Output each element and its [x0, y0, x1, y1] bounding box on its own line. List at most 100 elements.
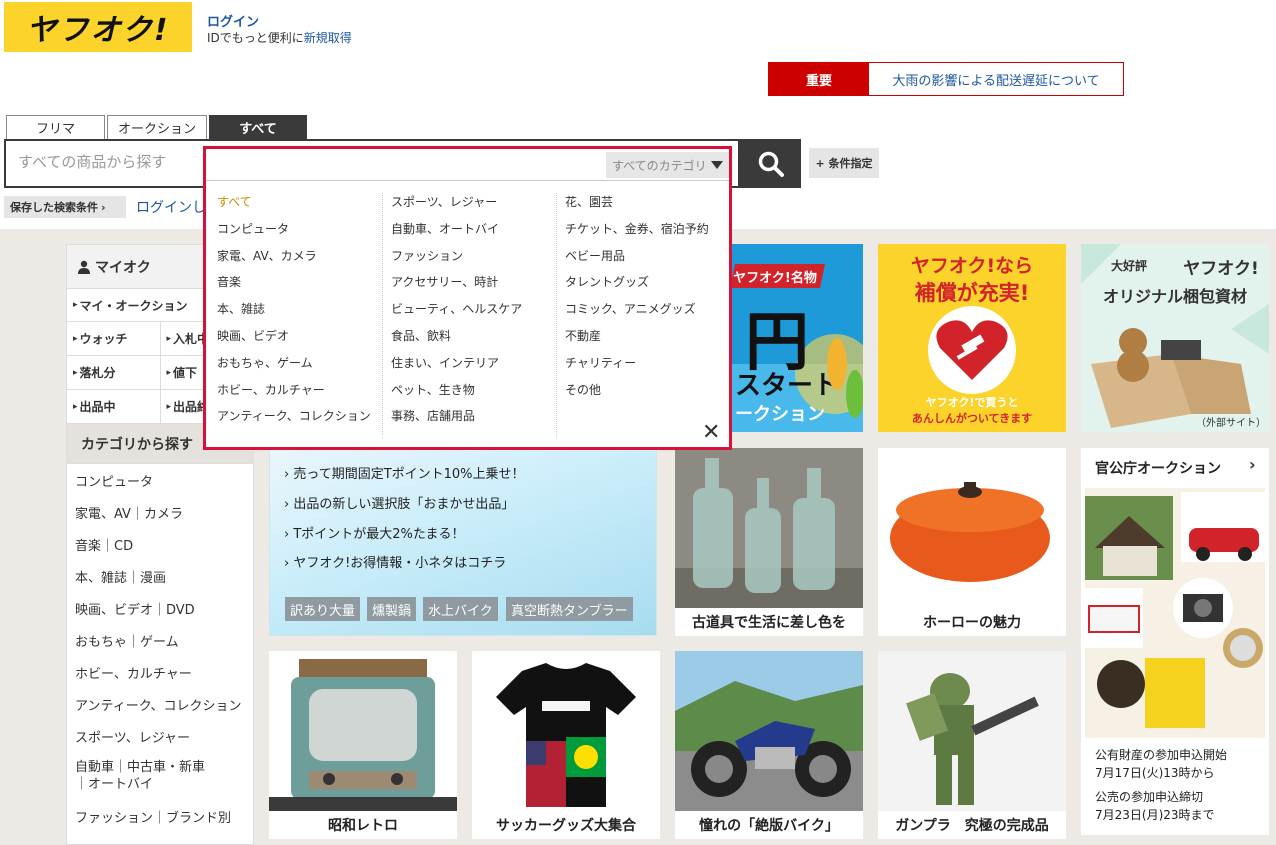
tile-bottles[interactable]: 古道具で生活に差し色を: [675, 448, 863, 636]
badge-text: ヤフオク!名物: [733, 270, 817, 286]
dropdown-item[interactable]: 食品、飲料: [391, 327, 522, 354]
tile-caption: ガンプラ 究極の完成品: [878, 811, 1066, 839]
keyword-chip[interactable]: 燻製鍋: [367, 597, 417, 621]
government-line: 7月23日(月)23時まで: [1095, 808, 1215, 822]
dropdown-item[interactable]: おもちゃ、ゲーム: [217, 354, 371, 381]
promo-link[interactable]: › ヤフオク!お得情報・小ネタはコチラ: [284, 552, 506, 571]
conditions-button[interactable]: + 条件指定: [809, 148, 879, 178]
auction-text: ークション: [735, 404, 825, 425]
dropdown-item[interactable]: アクセサリー、時計: [391, 273, 522, 300]
dropdown-item[interactable]: チャリティー: [565, 354, 709, 381]
packaging-banner[interactable]: 大好評 ヤフオク! オリジナル梱包資材 （外部サイト）: [1081, 244, 1269, 432]
category-link[interactable]: 本、雑誌｜漫画: [67, 560, 253, 592]
tab-auction[interactable]: オークション: [107, 115, 207, 139]
tile-soccer[interactable]: サッカーグッズ大集合: [472, 651, 660, 839]
dropdown-item[interactable]: チケット、金券、宿泊予約: [565, 220, 709, 247]
dropdown-item[interactable]: ファッション: [391, 247, 522, 274]
register-link[interactable]: 新規取得: [304, 31, 352, 45]
dropdown-item[interactable]: 映画、ビデオ: [217, 327, 371, 354]
tab-all[interactable]: すべて: [209, 115, 307, 139]
category-link[interactable]: コンピュータ: [67, 464, 253, 496]
dropdown-item[interactable]: コンピュータ: [217, 220, 371, 247]
dropdown-item[interactable]: コミック、アニメグッズ: [565, 300, 709, 327]
notice-link[interactable]: 大雨の影響による配送遅延について: [869, 63, 1123, 95]
sidebar-item-label: 値下: [173, 366, 198, 380]
search-input[interactable]: [18, 153, 208, 171]
keyword-chip[interactable]: 訳あり大量: [285, 597, 361, 621]
dropdown-item[interactable]: 音楽: [217, 273, 371, 300]
arrow-right-icon: ▸: [73, 367, 78, 378]
myauction-title: マイオク: [95, 259, 151, 276]
hosho-sub1: ヤフオク!で買うと: [926, 396, 1019, 409]
close-icon[interactable]: ✕: [702, 422, 720, 444]
category-link[interactable]: 家電、AV｜カメラ: [67, 496, 253, 528]
keyword-chip[interactable]: 真空断熱タンブラー: [506, 597, 633, 621]
retro-tv-image: [269, 651, 457, 811]
keyword-chip[interactable]: 水上バイク: [423, 597, 498, 621]
logo-text: ヤフオク!: [26, 13, 170, 48]
dropdown-item[interactable]: その他: [565, 381, 709, 408]
dropdown-item[interactable]: タレントグッズ: [565, 273, 709, 300]
category-link[interactable]: スポーツ、レジャー: [67, 720, 253, 752]
dropdown-item[interactable]: 不動産: [565, 327, 709, 354]
government-title: 官公庁オークション: [1095, 461, 1221, 477]
promo-link[interactable]: › 出品の新しい選択肢「おまかせ出品」: [284, 493, 514, 512]
sidebar-item-won[interactable]: ▸ 落札分: [67, 356, 161, 389]
dropdown-item[interactable]: 本、雑誌: [217, 300, 371, 327]
dropdown-item[interactable]: ビューティ、ヘルスケア: [391, 300, 522, 327]
saved-search-label: 保存した検索条件: [10, 201, 98, 214]
category-link[interactable]: ホビー、カルチャー: [67, 656, 253, 688]
dropdown-divider: [206, 180, 729, 181]
caret-down-icon: [710, 161, 723, 169]
yahuoku-logo[interactable]: ヤフオク!: [4, 2, 192, 52]
column-separator: [556, 193, 557, 438]
promo-link[interactable]: › 売って期間固定Tポイント10%上乗せ！: [284, 463, 525, 482]
sidebar-item-selling[interactable]: ▸ 出品中: [67, 390, 161, 423]
sidebar-item-watch[interactable]: ▸ ウォッチ: [67, 322, 161, 355]
promo-link[interactable]: › Tポイントが最大2%たまる！: [284, 523, 465, 542]
saved-search-button[interactable]: 保存した検索条件 ›: [4, 196, 126, 218]
login-link[interactable]: ログイン: [207, 11, 259, 30]
notice-label: 重要: [769, 63, 869, 95]
tile-enamel-pot[interactable]: ホーローの魅力: [878, 448, 1066, 636]
tile-vintage-bike[interactable]: 憧れの「絶版バイク」: [675, 651, 863, 839]
category-link[interactable]: 自動車｜中古車・新車｜オートバイ: [67, 752, 217, 800]
search-button[interactable]: [740, 139, 801, 188]
dropdown-item[interactable]: 花、園芸: [565, 193, 709, 220]
government-line: 7月17日(火)13時から: [1095, 766, 1215, 780]
dropdown-item[interactable]: ペット、生き物: [391, 381, 522, 408]
government-auction-box[interactable]: 官公庁オークション › 公有財産の参加申込開始 7月17日(火)13時から 公売…: [1081, 448, 1269, 835]
tile-showa-retro[interactable]: 昭和レトロ: [269, 651, 457, 839]
dropdown-item[interactable]: 家電、AV、カメラ: [217, 247, 371, 274]
tile-gunpla[interactable]: ガンプラ 究極の完成品: [878, 651, 1066, 839]
arrow-right-icon: ▸: [73, 333, 78, 344]
dropdown-item[interactable]: ホビー、カルチャー: [217, 381, 371, 408]
promo-link-text: 売って期間固定Tポイント10%上乗せ！: [293, 467, 525, 482]
dropdown-item[interactable]: 自動車、オートバイ: [391, 220, 522, 247]
hosho-line1: ヤフオク!なら: [911, 255, 1033, 277]
dropdown-item[interactable]: 事務、店舗用品: [391, 407, 522, 434]
dropdown-item-all[interactable]: すべて: [217, 193, 371, 220]
sidebar-item-label: 出品中: [79, 400, 116, 414]
category-select[interactable]: すべてのカテゴリ: [606, 152, 729, 178]
tile-caption: 古道具で生活に差し色を: [675, 608, 863, 636]
category-link[interactable]: 映画、ビデオ｜DVD: [67, 592, 253, 624]
compensation-banner[interactable]: ヤフオク!なら 補償が充実! ヤフオク!で買うと あんしんがついてきます: [878, 244, 1066, 432]
soccer-shirt-image: [472, 651, 660, 811]
start-text: スタート: [735, 371, 839, 401]
category-link[interactable]: おもちゃ｜ゲーム: [67, 624, 253, 656]
dropdown-item[interactable]: アンティーク、コレクション: [217, 407, 371, 434]
tile-caption: 昭和レトロ: [269, 811, 457, 839]
tab-furima[interactable]: フリマ: [6, 115, 105, 139]
dropdown-item[interactable]: ベビー用品: [565, 247, 709, 274]
important-notice[interactable]: 重要 大雨の影響による配送遅延について: [768, 62, 1124, 96]
dropdown-column: スポーツ、レジャー 自動車、オートバイ ファッション アクセサリー、時計 ビュー…: [391, 193, 522, 434]
chevron-right-icon: ›: [101, 200, 106, 214]
category-link[interactable]: ファッション｜ブランド別: [67, 800, 253, 832]
dropdown-item[interactable]: 住まい、インテリア: [391, 354, 522, 381]
dropdown-item[interactable]: スポーツ、レジャー: [391, 193, 522, 220]
bottles-image: [675, 448, 863, 608]
saved-search-login-link[interactable]: ログインし: [136, 197, 206, 217]
category-link[interactable]: 音楽｜CD: [67, 528, 253, 560]
category-link[interactable]: アンティーク、コレクション: [67, 688, 253, 720]
